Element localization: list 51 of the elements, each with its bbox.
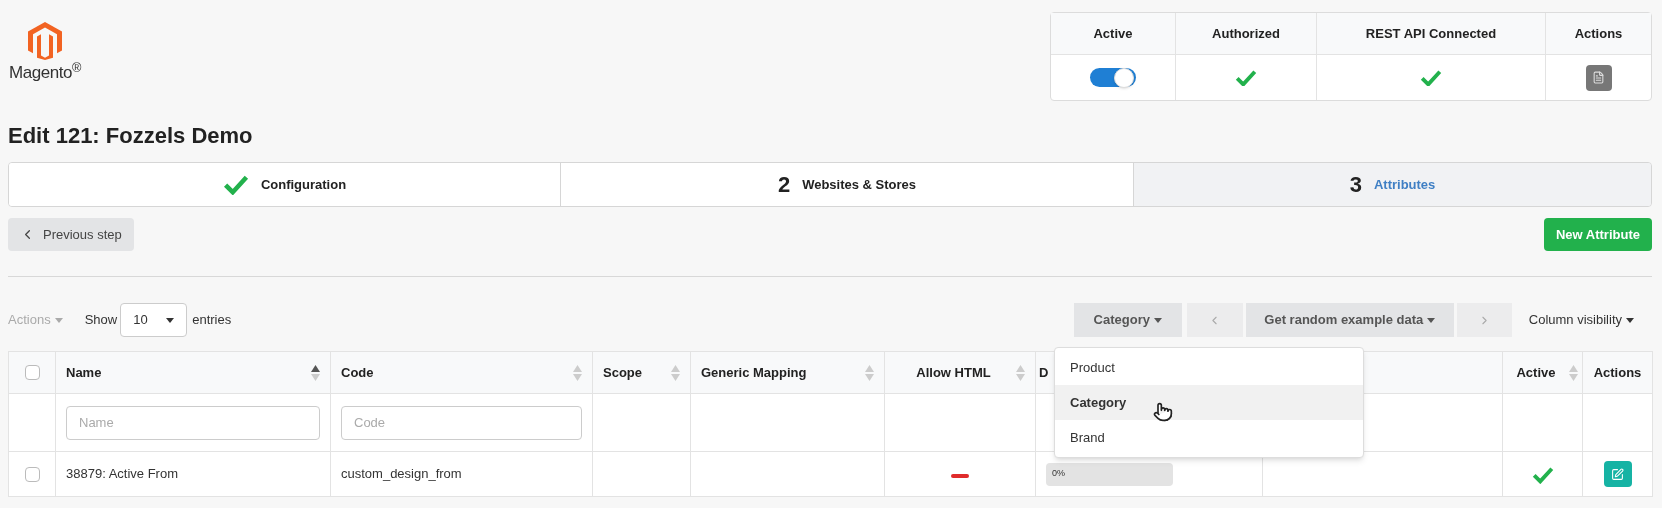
column-header[interactable]: Name — [66, 362, 102, 383]
row-checkbox[interactable] — [24, 466, 40, 482]
column-visibility-dropdown[interactable]: Column visibility — [1528, 310, 1634, 330]
wizard-step[interactable]: Configuration — [9, 163, 561, 206]
menu-item[interactable]: Brand — [1055, 420, 1363, 455]
select-all-checkbox[interactable] — [24, 365, 40, 380]
column-header: Active — [1093, 24, 1133, 43]
page-title: Edit 121: Fozzels Demo — [8, 122, 254, 150]
document-icon — [1592, 71, 1605, 84]
edit-button[interactable] — [1603, 461, 1632, 487]
random-data-button[interactable]: Get random example data — [1245, 303, 1454, 337]
table-cell: custom_design_from — [341, 466, 462, 482]
column-header[interactable]: D — [1039, 362, 1049, 383]
next-button[interactable] — [1456, 303, 1512, 337]
document-button[interactable] — [1585, 64, 1612, 91]
previous-step-button[interactable]: Previous step — [8, 218, 134, 251]
show-label: Show — [84, 311, 118, 330]
entries-label: entries — [192, 311, 232, 330]
type-dropdown-button[interactable]: Category — [1073, 303, 1182, 337]
caret-icon — [1626, 317, 1634, 323]
caret-icon — [1153, 317, 1162, 323]
step-number: 2 — [777, 171, 791, 199]
edit-icon — [1611, 467, 1624, 481]
hand-cursor-icon — [1153, 402, 1173, 422]
caret-icon — [54, 317, 63, 323]
entries-select[interactable]: 10 — [120, 303, 188, 337]
column-header: Actions — [1574, 24, 1623, 43]
column-header[interactable]: Scope — [603, 362, 642, 383]
step-label: Websites & Stores — [802, 175, 917, 194]
wizard-step[interactable]: 2 Websites & Stores — [561, 163, 1134, 206]
logo-text: Magento$^{®}$ — [8, 64, 82, 81]
menu-item[interactable]: Product — [1055, 350, 1363, 385]
sort-icon[interactable] — [311, 364, 320, 381]
step-number: 3 — [1349, 171, 1362, 199]
logo-icon — [28, 22, 62, 60]
caret-icon — [166, 317, 175, 323]
active-toggle[interactable] — [1090, 68, 1136, 87]
step-label: Configuration — [260, 175, 347, 194]
filter-field[interactable]: Name — [66, 405, 320, 440]
check-icon — [222, 174, 249, 195]
menu-item[interactable]: Category — [1055, 385, 1363, 420]
column-header: REST API Connected — [1365, 24, 1497, 43]
wizard-step[interactable]: 3 Attributes — [1134, 163, 1651, 206]
column-header: Authorized — [1212, 24, 1280, 43]
column-header[interactable]: Code — [341, 362, 374, 383]
caret-icon — [1427, 317, 1436, 323]
table-cell: 38879: Active From — [66, 466, 178, 482]
step-label: Attributes — [1373, 175, 1436, 194]
previous-button[interactable] — [1186, 303, 1243, 337]
progress-reading: 0% — [1052, 467, 1065, 481]
filter-field[interactable]: Code — [341, 405, 582, 440]
